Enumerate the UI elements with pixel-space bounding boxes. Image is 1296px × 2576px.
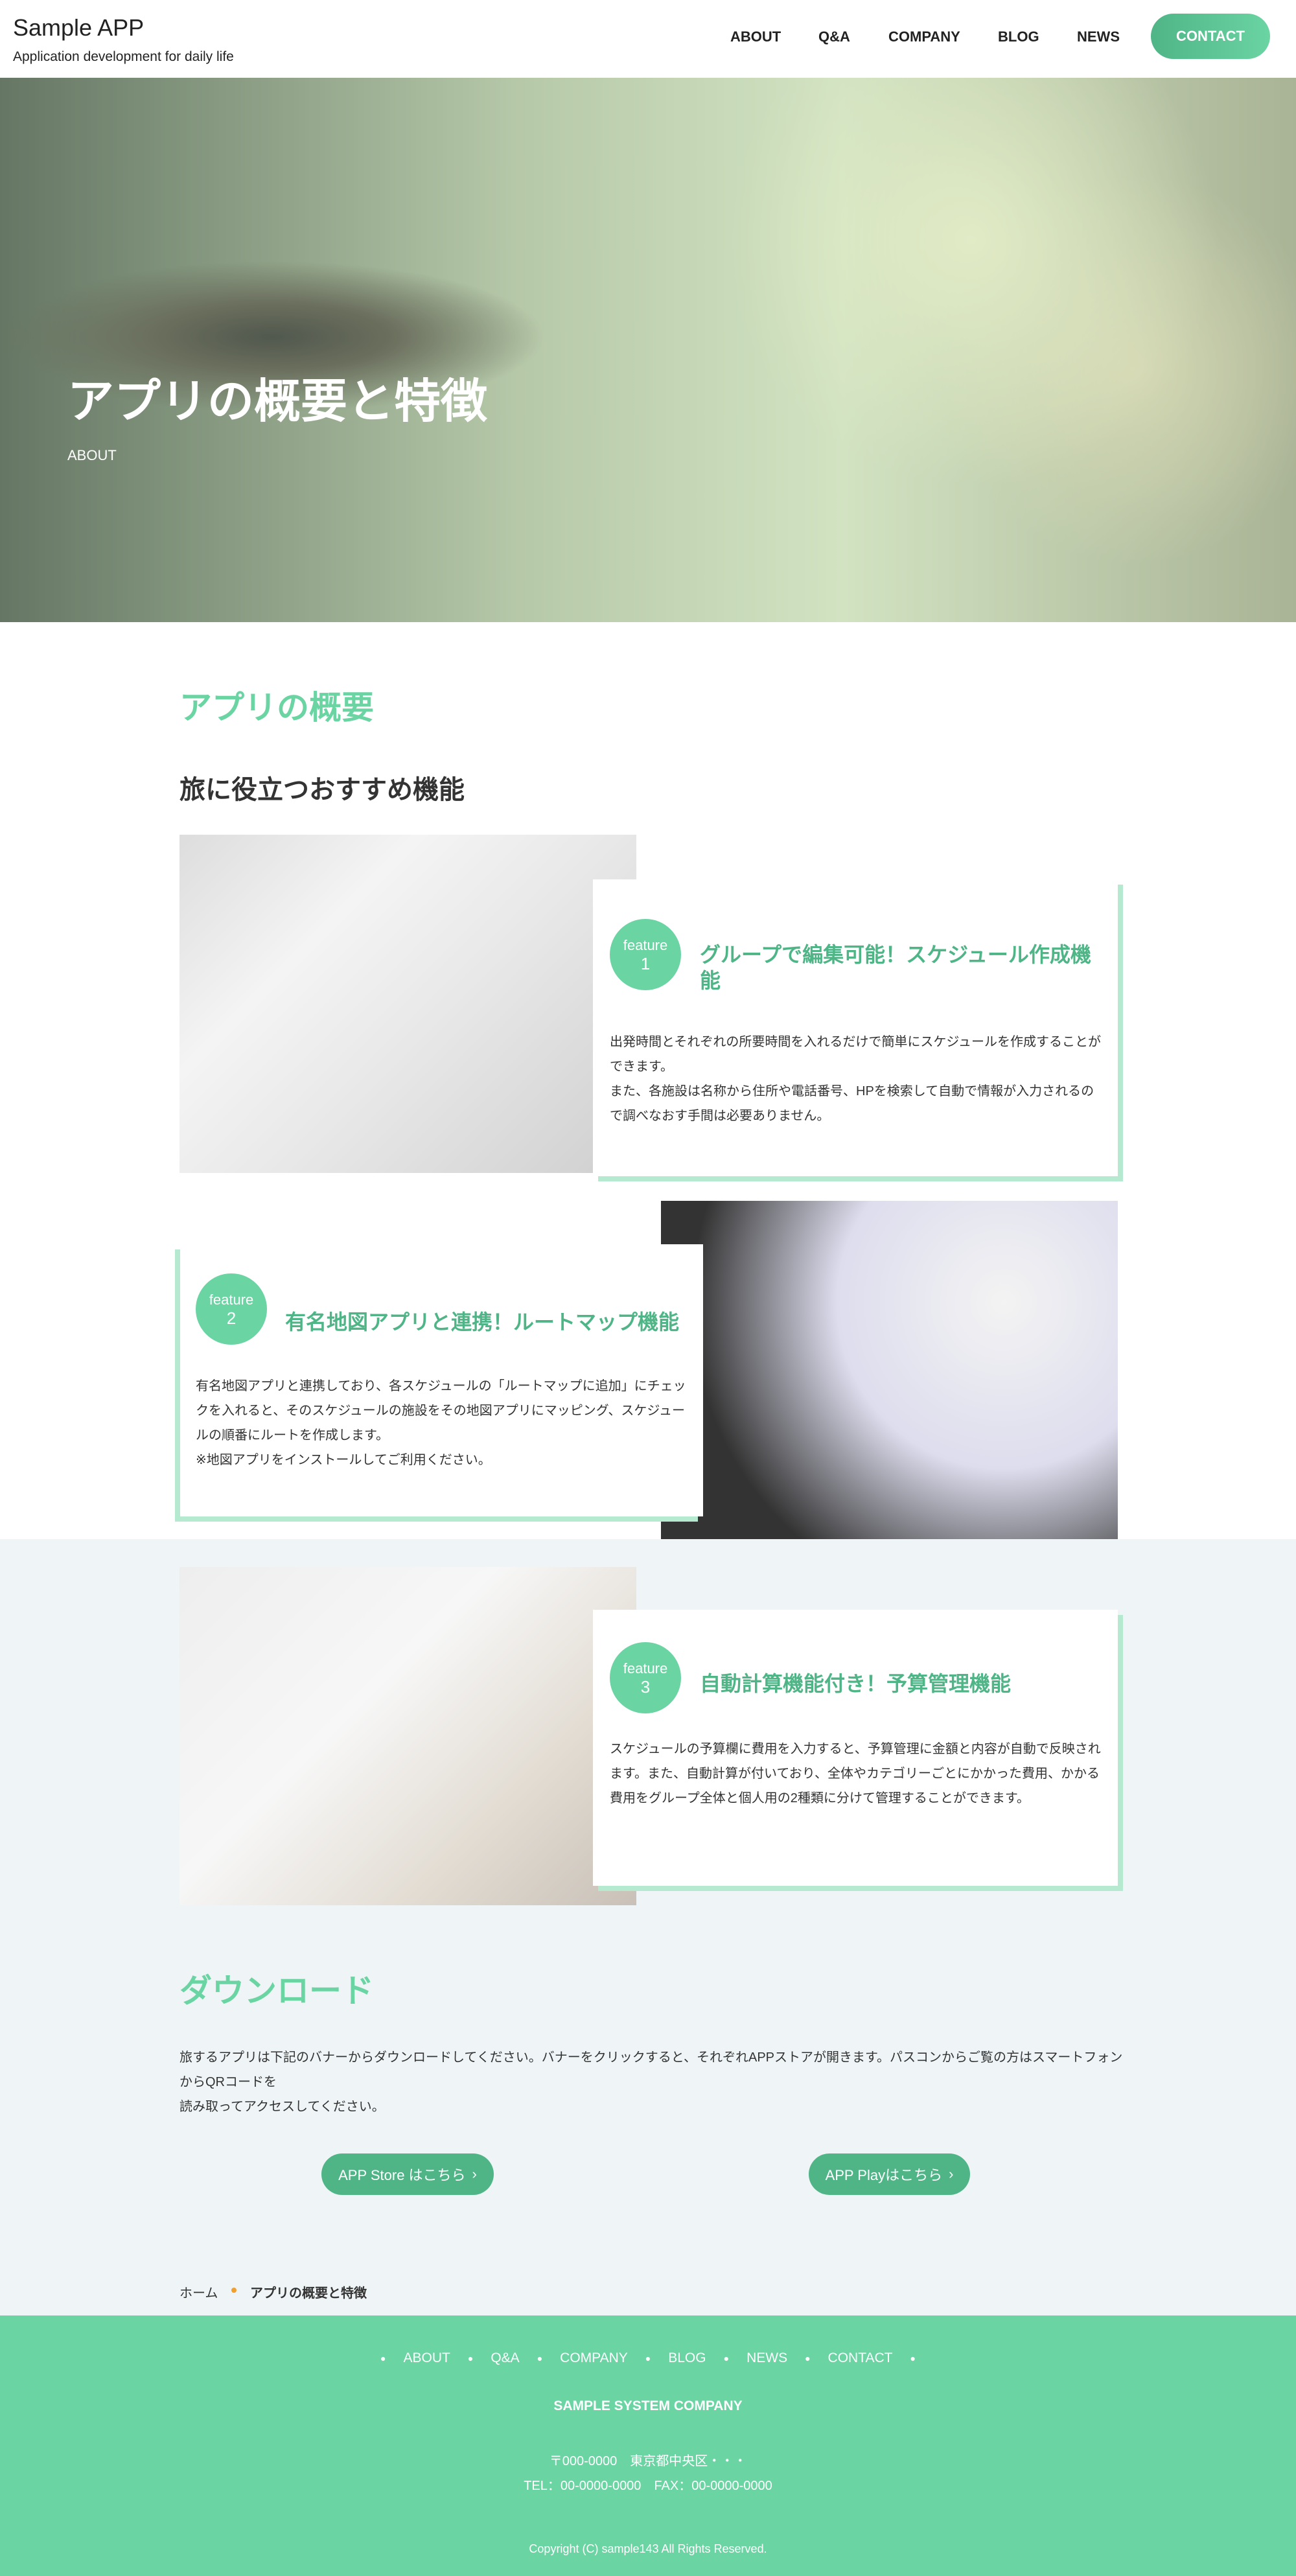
feature-title: 有名地図アプリと連携！ルートマップ機能: [285, 1310, 680, 1334]
bullet-icon: ●: [467, 2353, 474, 2363]
download-heading: ダウンロード: [179, 1973, 374, 2009]
bullet-icon: ●: [537, 2353, 543, 2363]
nav-news[interactable]: NEWS: [1077, 29, 1120, 45]
footer-copyright: Copyright (C) sample143 All Rights Reser…: [529, 2542, 767, 2555]
overview-heading: アプリの概要: [179, 690, 374, 726]
contact-button[interactable]: CONTACT: [1151, 14, 1270, 59]
feature-2-card: feature 2 有名地図アプリと連携！ルートマップ機能 有名地図アプリと連携し…: [180, 1244, 703, 1516]
footer-nav-news[interactable]: NEWS: [746, 2350, 787, 2366]
page-subtitle: ABOUT: [67, 447, 117, 463]
download-description: 旅するアプリは下記のバナーからダウンロードしてください。バナーをクリックすると、…: [179, 2050, 1123, 2114]
footer-nav-blog[interactable]: BLOG: [668, 2350, 706, 2366]
feature-description: 出発時間とそれぞれの所要時間を入れるだけで簡単にスケジュールを作成することができ…: [610, 1035, 1101, 1123]
nav-blog[interactable]: BLOG: [998, 29, 1039, 45]
chevron-right-icon: ›: [472, 2166, 477, 2182]
footer-company-name: SAMPLE SYSTEM COMPANY: [553, 2398, 743, 2413]
overview-subheading: 旅に役立つおすすめ機能: [179, 776, 465, 804]
footer-nav: ● ABOUT ● Q&A ● COMPANY ● BLOG ● NEWS ● CONTA…: [0, 2350, 1296, 2366]
breadcrumb-home[interactable]: ホーム: [179, 2282, 218, 2301]
feature-title: 自動計算機能付き！予算管理機能: [700, 1672, 1012, 1695]
feature-3-image: [179, 1567, 636, 1905]
footer-nav-contact[interactable]: CONTACT: [828, 2350, 893, 2366]
footer-address: 〒000-0000 東京都中央区・・・: [549, 2454, 747, 2468]
feature-description: 有名地図アプリと連携しており、各スケジュールの「ルートマップに追加」にチェックを…: [196, 1379, 686, 1467]
footer-nav-company[interactable]: COMPANY: [560, 2350, 628, 2366]
feature-title: グループで編集可能！スケジュール作成機能: [700, 943, 1091, 992]
footer-nav-about[interactable]: ABOUT: [404, 2350, 450, 2366]
breadcrumb-current: アプリの概要と特徴: [250, 2286, 367, 2301]
nav-qa[interactable]: Q&A: [818, 29, 850, 45]
hero-image: [0, 78, 1296, 622]
hero-banner: アプリの概要と特徴 ABOUT: [0, 78, 1296, 622]
footer-nav-qa[interactable]: Q&A: [491, 2350, 519, 2366]
site-footer: ● ABOUT ● Q&A ● COMPANY ● BLOG ● NEWS ● CONTA…: [0, 2315, 1296, 2576]
app-store-button[interactable]: APP Store はこちら ›: [321, 2153, 494, 2195]
bullet-icon: ●: [645, 2353, 651, 2363]
feature-description: スケジュールの予算欄に費用を入力すると、予算管理に金額と内容が自動で反映されます…: [610, 1742, 1101, 1805]
feature-1-image: [179, 835, 636, 1173]
bullet-icon: ●: [910, 2353, 916, 2363]
site-tagline: Application development for daily life: [13, 49, 234, 64]
feature-badge: feature 3: [610, 1642, 681, 1713]
feature-2-image: [661, 1201, 1118, 1539]
site-header: Sample APP Application development for d…: [0, 0, 1296, 78]
breadcrumb-separator-icon: [231, 2288, 237, 2293]
app-play-button[interactable]: APP Playはこちら ›: [809, 2153, 970, 2195]
bullet-icon: ●: [380, 2353, 386, 2363]
feature-badge: feature 2: [196, 1273, 267, 1345]
nav-company[interactable]: COMPANY: [888, 29, 960, 45]
page-title: アプリの概要と特徴: [67, 376, 488, 428]
footer-contact-numbers: TEL：00-0000-0000 FAX：00-0000-0000: [524, 2479, 772, 2493]
nav-about[interactable]: ABOUT: [730, 29, 781, 45]
feature-badge: feature 1: [610, 919, 681, 990]
bullet-icon: ●: [723, 2353, 730, 2363]
bullet-icon: ●: [805, 2353, 811, 2363]
feature-1-card: feature 1 グループで編集可能！スケジュール作成機能 出発時間とそれぞれの…: [593, 879, 1118, 1176]
feature-3-card: feature 3 自動計算機能付き！予算管理機能 スケジュールの予算欄に費用を入…: [593, 1610, 1118, 1886]
site-logo[interactable]: Sample APP: [13, 14, 144, 41]
chevron-right-icon: ›: [949, 2166, 954, 2182]
